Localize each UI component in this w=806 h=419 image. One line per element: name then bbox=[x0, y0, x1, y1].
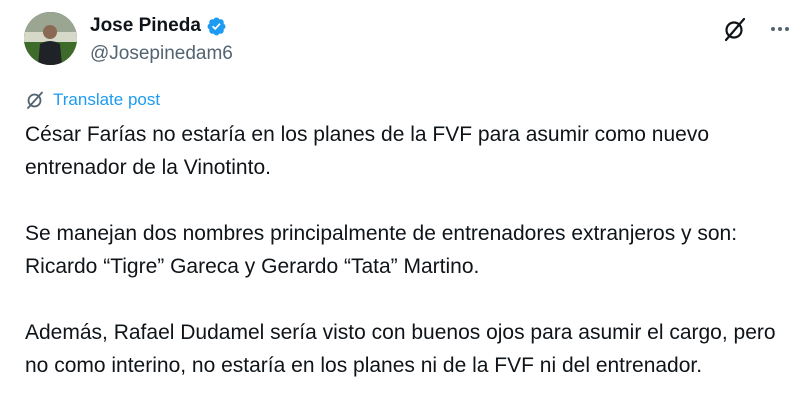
verified-badge-icon[interactable] bbox=[206, 16, 227, 37]
avatar[interactable] bbox=[24, 12, 77, 65]
translate-icon bbox=[25, 90, 45, 110]
post-header: Jose Pineda @Josepinedam6 bbox=[20, 12, 792, 68]
more-options-icon[interactable] bbox=[768, 17, 792, 41]
author-handle[interactable]: @Josepinedam6 bbox=[90, 43, 233, 65]
post-text: César Farías no estaría en los planes de… bbox=[25, 118, 800, 382]
post-paragraph: César Farías no estaría en los planes de… bbox=[25, 123, 709, 179]
post-paragraph: Además, Rafael Dudamel sería visto con b… bbox=[25, 321, 776, 377]
translate-post-link[interactable]: Translate post bbox=[25, 90, 160, 110]
grok-icon[interactable] bbox=[722, 16, 748, 42]
post-paragraph: Se manejan dos nombres principalmente de… bbox=[25, 222, 738, 278]
translate-post-label[interactable]: Translate post bbox=[53, 90, 160, 110]
author-display-name[interactable]: Jose Pineda bbox=[90, 15, 201, 37]
